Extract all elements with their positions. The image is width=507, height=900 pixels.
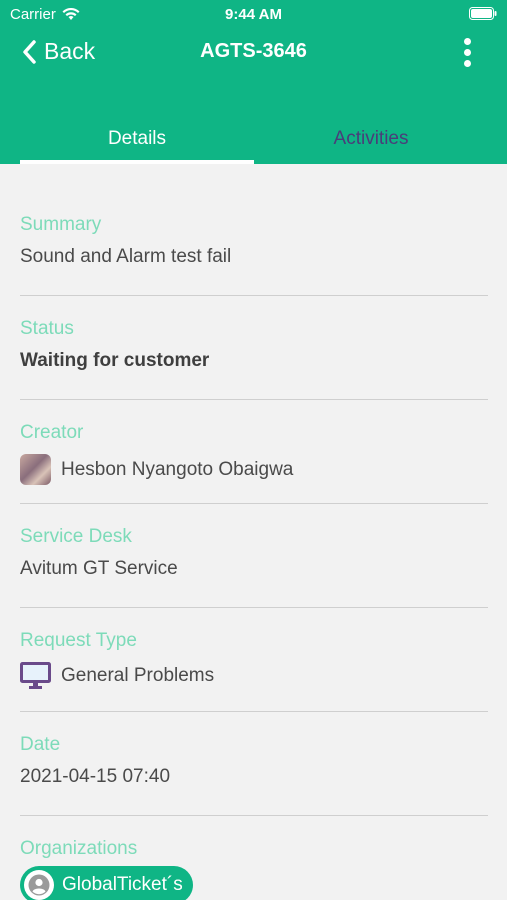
divider <box>20 295 488 296</box>
battery-icon <box>469 7 497 24</box>
tab-details[interactable]: Details <box>20 120 254 164</box>
tab-activities[interactable]: Activities <box>254 120 488 164</box>
tab-bar: Details Activities <box>0 120 507 164</box>
request-type-field: Request Type General Problems <box>20 630 488 690</box>
page-title: AGTS-3646 <box>200 40 307 62</box>
service-desk-field: Service Desk Avitum GT Service <box>20 526 488 580</box>
divider <box>20 503 488 504</box>
divider <box>20 711 488 712</box>
more-options-icon[interactable] <box>461 38 473 68</box>
request-type-value: General Problems <box>61 665 215 686</box>
status-label: Status <box>20 318 74 339</box>
summary-value: Sound and Alarm test fail <box>20 246 232 267</box>
service-desk-label: Service Desk <box>20 526 132 547</box>
organization-value: GlobalTicket´s <box>62 874 183 895</box>
request-type-label: Request Type <box>20 630 137 651</box>
organization-chip[interactable]: GlobalTicket´s <box>20 866 193 900</box>
status-time: 9:44 AM <box>225 6 282 23</box>
status-bar: Carrier 9:44 AM <box>0 0 507 28</box>
organizations-label: Organizations <box>20 838 138 859</box>
avatar <box>20 454 51 485</box>
organizations-field: Organizations GlobalTicket´s <box>20 838 488 900</box>
monitor-icon <box>20 662 51 689</box>
status-field: Status Waiting for customer <box>20 318 488 372</box>
navigation-bar: Back AGTS-3646 <box>0 30 507 74</box>
date-field: Date 2021-04-15 07:40 <box>20 734 488 788</box>
date-label: Date <box>20 734 61 755</box>
summary-field: Summary Sound and Alarm test fail <box>20 214 488 268</box>
creator-field: Creator Hesbon Nyangoto Obaigwa <box>20 422 488 485</box>
divider <box>20 607 488 608</box>
summary-label: Summary <box>20 214 102 235</box>
divider <box>20 399 488 400</box>
creator-label: Creator <box>20 422 84 443</box>
person-icon <box>24 870 54 900</box>
service-desk-value: Avitum GT Service <box>20 558 178 579</box>
divider <box>20 815 488 816</box>
status-value: Waiting for customer <box>20 350 210 371</box>
creator-value: Hesbon Nyangoto Obaigwa <box>61 458 294 480</box>
date-value: 2021-04-15 07:40 <box>20 766 171 787</box>
header: Carrier 9:44 AM Back AGTS-3646 Details A… <box>0 0 507 164</box>
